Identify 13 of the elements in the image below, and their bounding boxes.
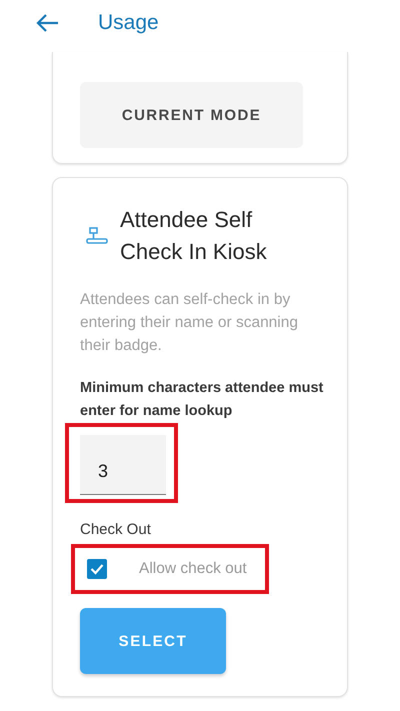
back-arrow-icon <box>36 12 60 32</box>
back-button[interactable] <box>36 12 60 32</box>
current-mode-button[interactable]: CURRENT MODE <box>80 82 303 148</box>
check-out-heading: Check Out <box>80 521 152 538</box>
network-node-icon <box>86 227 108 245</box>
kiosk-title: Attendee Self Check In Kiosk <box>120 206 268 266</box>
allow-check-out-checkbox[interactable] <box>87 559 107 579</box>
check-icon <box>90 563 104 575</box>
page-title: Usage <box>98 10 159 34</box>
min-characters-label: Minimum characters attendee must enter for name lookup <box>80 379 324 421</box>
allow-check-out-label: Allow check out <box>139 560 247 578</box>
min-characters-input[interactable]: 3 <box>80 435 166 495</box>
kiosk-description: Attendees can self-check in by entering their name or scanning their badge. <box>80 290 299 356</box>
